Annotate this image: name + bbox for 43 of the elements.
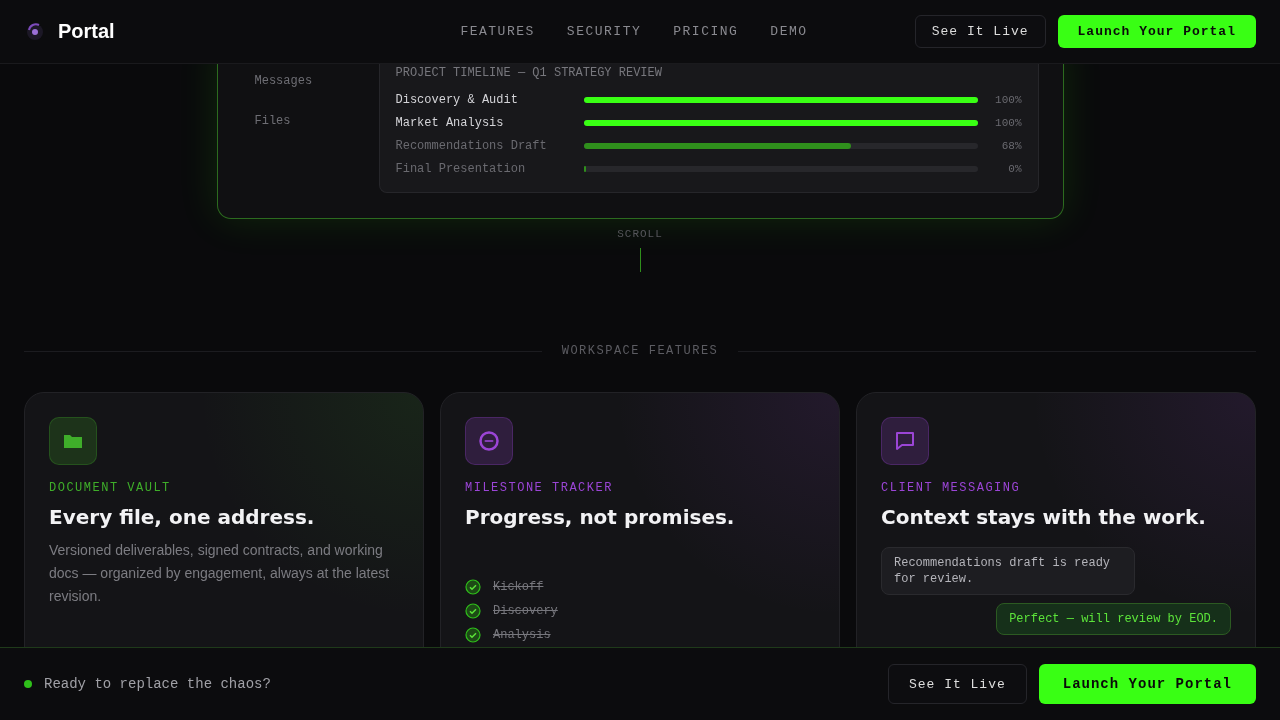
milestone-label: Discovery xyxy=(493,604,558,618)
check-icon xyxy=(465,603,481,619)
milestone-label: Kickoff xyxy=(493,580,544,594)
chat-icon xyxy=(894,430,916,452)
sidebar-item[interactable]: Messages xyxy=(254,74,339,88)
progress-percent: 100% xyxy=(994,94,1022,106)
milestone-label: Analysis xyxy=(493,628,551,642)
cta-text: Ready to replace the chaos? xyxy=(44,676,271,692)
logo-icon xyxy=(24,20,46,43)
section-title: WORKSPACE FEATURES xyxy=(561,344,719,358)
see-it-live-button[interactable]: See It Live xyxy=(887,664,1027,704)
see-it-live-button[interactable]: See It Live xyxy=(914,15,1046,48)
feature-label: DOCUMENT VAULT xyxy=(49,481,172,495)
nav-link[interactable]: FEATURES xyxy=(460,24,535,39)
task-name: Final Presentation xyxy=(395,162,527,176)
status-dot xyxy=(24,680,32,688)
progress-ring-icon xyxy=(478,430,500,452)
progress-percent: 68% xyxy=(1000,140,1022,152)
check-icon xyxy=(465,579,481,595)
scroll-hint: SCROLL xyxy=(617,228,663,240)
check-icon xyxy=(465,627,481,643)
chat-message: Recommendations draft is ready for review. xyxy=(881,547,1135,595)
nav-link[interactable]: PRICING xyxy=(673,24,739,39)
feature-label: CLIENT MESSAGING xyxy=(881,481,1022,495)
timeline-title: PROJECT TIMELINE — Q1 STRATEGY REVIEW xyxy=(395,66,663,80)
feature-description: Versioned deliverables, signed contracts, and working docs — organized by engagement, always at the latest revision. xyxy=(49,541,391,606)
task-name: Market Analysis xyxy=(395,116,505,130)
task-name: Recommendations Draft xyxy=(395,139,548,153)
feature-label: MILESTONE TRACKER xyxy=(465,481,614,495)
brand-name: Portal xyxy=(58,20,115,43)
feature-title: Progress, not promises. xyxy=(465,505,736,529)
chat-message: Perfect — will review by EOD. xyxy=(996,603,1231,635)
nav-link[interactable]: SECURITY xyxy=(566,24,642,39)
feature-title: Context stays with the work. xyxy=(881,505,1207,529)
launch-portal-button[interactable]: Launch Your Portal xyxy=(1038,664,1256,704)
nav-link[interactable]: DEMO xyxy=(770,24,808,39)
feature-title: Every file, one address. xyxy=(49,505,316,529)
launch-portal-button[interactable]: Launch Your Portal xyxy=(1057,15,1256,48)
sidebar-item[interactable]: Files xyxy=(254,114,339,128)
progress-percent: 0% xyxy=(1007,163,1022,175)
progress-percent: 100% xyxy=(994,117,1022,129)
task-name: Discovery & Audit xyxy=(395,93,519,107)
folder-icon xyxy=(63,433,83,449)
